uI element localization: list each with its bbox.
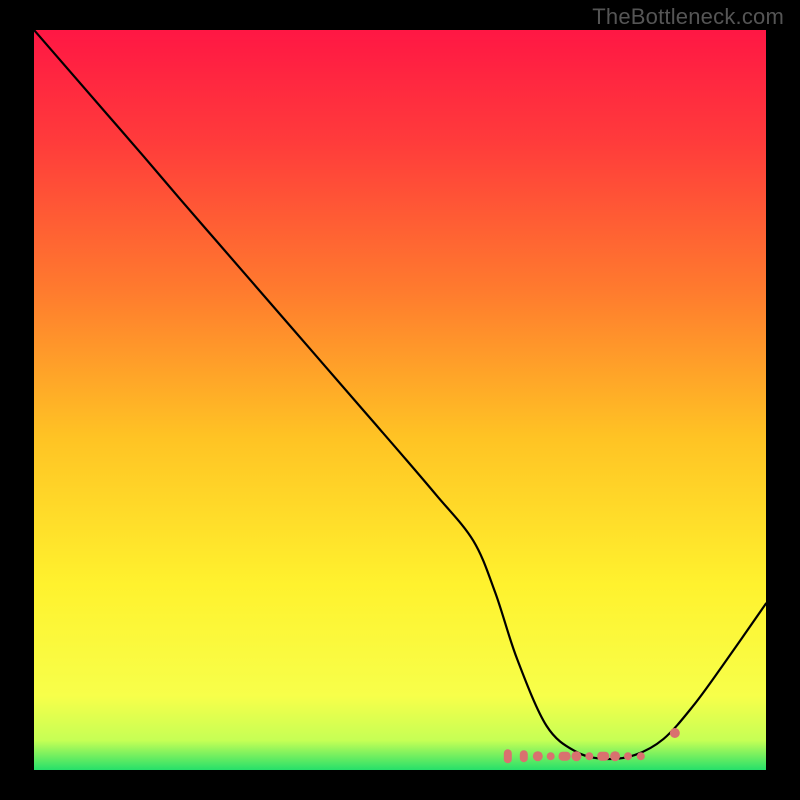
chart-container: TheBottleneck.com (0, 0, 800, 800)
bottleneck-chart (34, 30, 766, 770)
gradient-background (34, 30, 766, 770)
watermark-text: TheBottleneck.com (592, 4, 784, 30)
